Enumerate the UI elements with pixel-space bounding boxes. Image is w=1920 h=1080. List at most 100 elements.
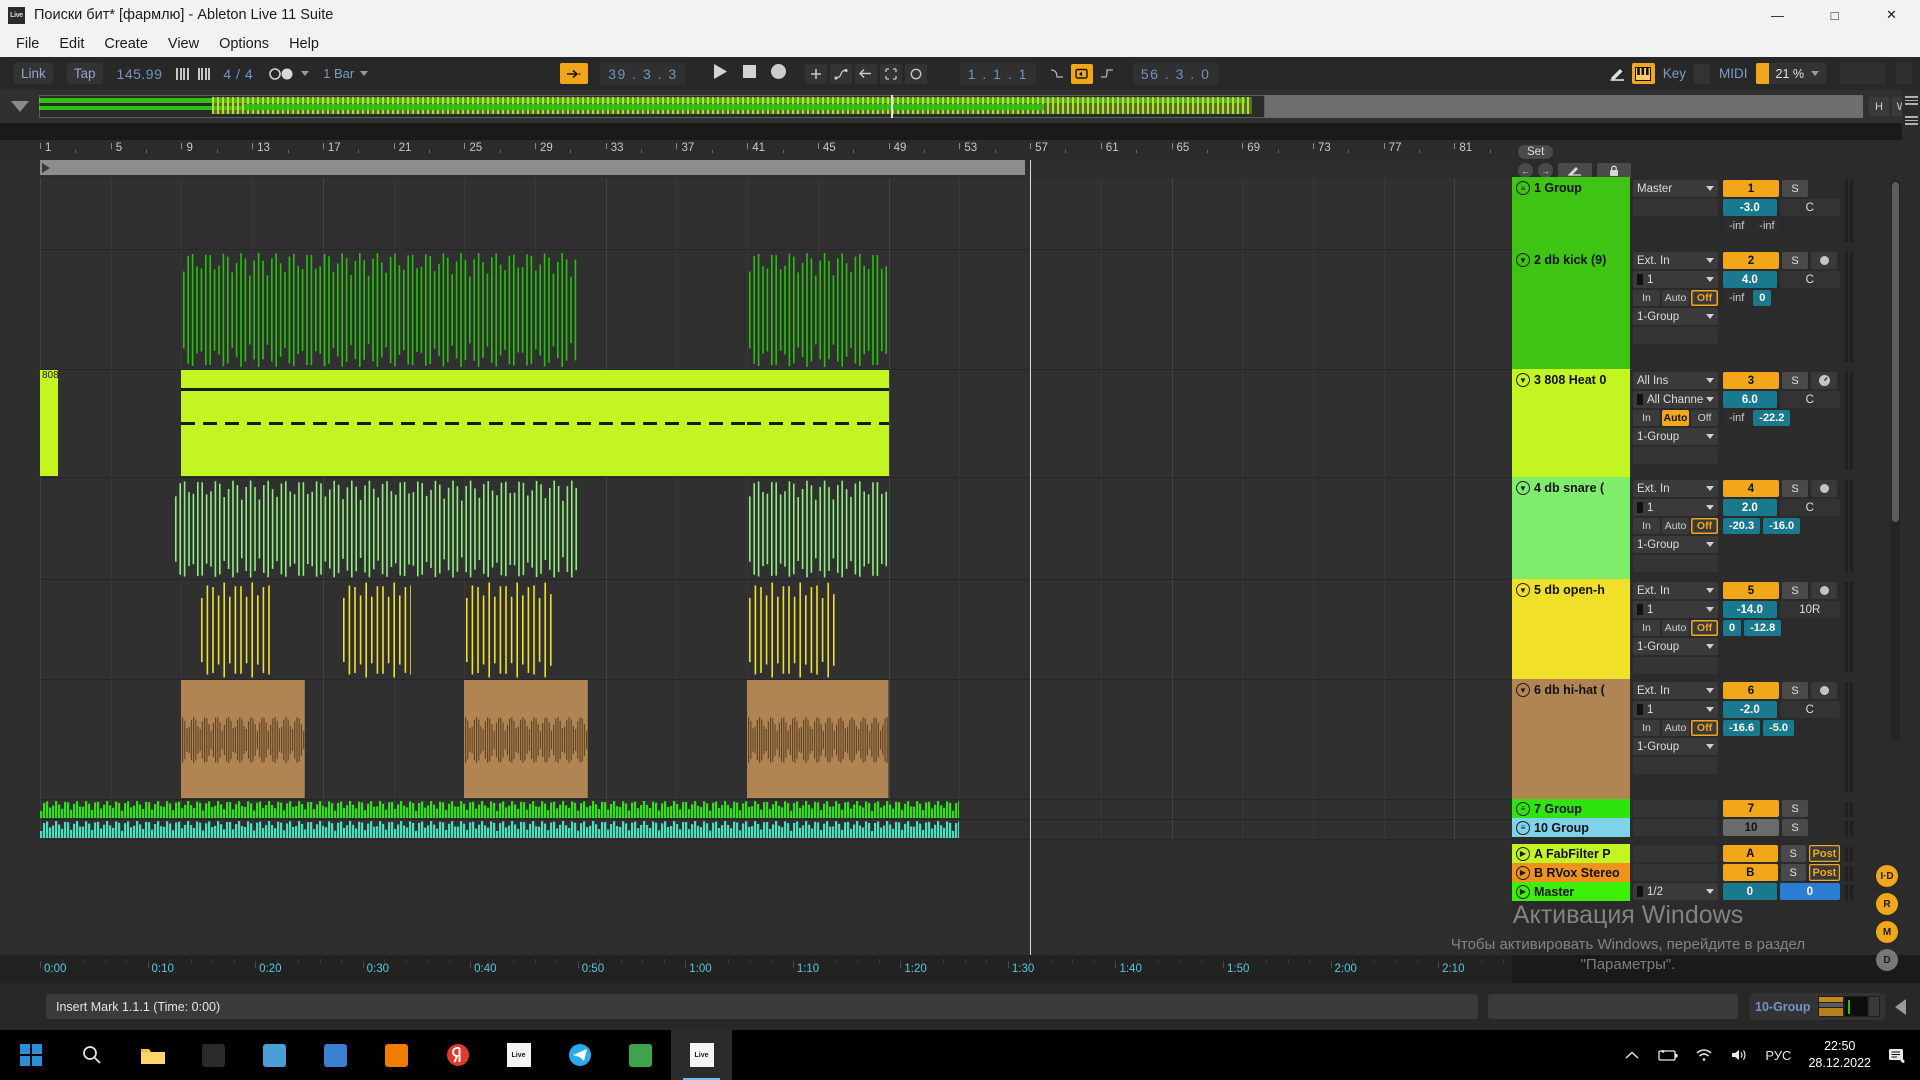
metronome-dropdown-icon[interactable] <box>301 71 310 76</box>
input-type-selector[interactable]: Ext. In <box>1633 682 1718 699</box>
volume-field[interactable]: 6.0 <box>1723 391 1777 408</box>
menu-file[interactable]: File <box>6 33 49 55</box>
time-signature-field[interactable]: 4 / 4 <box>223 66 253 82</box>
monitor-in-button[interactable]: In <box>1633 290 1660 306</box>
track-lane[interactable] <box>40 820 1512 840</box>
track-name-panel[interactable]: ▶ Master <box>1512 882 1630 901</box>
browser-toggle-icon[interactable] <box>11 101 29 112</box>
track-name-panel[interactable]: ▼ 3 808 Heat 0 <box>1512 369 1630 477</box>
nav-back-icon[interactable]: ← <box>1518 163 1533 178</box>
cpu-dropdown-icon[interactable] <box>1811 71 1819 76</box>
monitor-in-button[interactable]: In <box>1633 518 1660 534</box>
session-side-buttons[interactable]: I·D R M D <box>1876 865 1898 971</box>
minimize-button[interactable]: — <box>1749 0 1806 30</box>
track-activator-button[interactable]: 3 <box>1723 372 1779 389</box>
monitor-off-button[interactable]: Off <box>1691 720 1718 736</box>
arrangement-position-field[interactable]: 39 . 3 . 3 <box>600 62 686 85</box>
taskbar-telegram[interactable] <box>549 1030 610 1080</box>
mixer-track-row[interactable]: ▼ 4 db snare (Ext. In 1 In Auto Off 1-Group 4 S 2… <box>1512 477 1902 579</box>
clip[interactable] <box>181 250 579 368</box>
clip[interactable] <box>464 580 552 678</box>
menu-options[interactable]: Options <box>209 33 279 55</box>
track-fold-icon[interactable]: ▼ <box>1516 583 1530 597</box>
session-side-button[interactable]: M <box>1876 921 1898 943</box>
language-indicator[interactable]: РУС <box>1765 1048 1791 1063</box>
monitor-off-button[interactable]: Off <box>1691 290 1718 306</box>
tap-tempo-button[interactable]: Tap <box>66 63 103 84</box>
bar-ruler[interactable]: 1 5 9 13 17 21 25 29 33 37 41 45 49 53 57 61 65 69 73 77 81 <box>0 140 1512 160</box>
track-lane[interactable] <box>40 680 1512 800</box>
monitor-auto-button[interactable]: Auto <box>1662 720 1689 736</box>
play-fold-icon[interactable]: ▶ <box>1516 846 1530 861</box>
clip[interactable] <box>341 580 412 678</box>
solo-button[interactable]: S <box>1780 864 1806 881</box>
taskbar-teamspeak[interactable] <box>610 1030 671 1080</box>
taskbar-ableton-live-1[interactable]: Live <box>488 1030 549 1080</box>
play-fold-icon[interactable]: ▶ <box>1516 884 1530 899</box>
clock[interactable]: 22:50 28.12.2022 <box>1808 1038 1871 1072</box>
master-volume-field[interactable]: 0 <box>1723 883 1777 900</box>
output-channel-placeholder[interactable] <box>1633 447 1718 464</box>
overview-h-button[interactable]: H <box>1869 97 1889 116</box>
close-button[interactable]: ✕ <box>1863 0 1920 30</box>
track-name-panel[interactable]: ▶ B RVox Stereo <box>1512 863 1630 882</box>
track-activator-button[interactable]: 2 <box>1723 252 1779 269</box>
menu-view[interactable]: View <box>158 33 209 55</box>
solo-button[interactable]: S <box>1780 845 1806 862</box>
quantization-dropdown-icon[interactable] <box>360 71 369 76</box>
monitor-selector[interactable]: In Auto Off <box>1633 518 1718 534</box>
mixer-track-row[interactable]: ▼ 5 db open-h Ext. In 1 In Auto Off 1-Group 5 S -1… <box>1512 579 1902 679</box>
play-fold-icon[interactable]: ▶ <box>1516 865 1530 880</box>
track-activator-button[interactable]: A <box>1723 845 1778 862</box>
monitor-selector[interactable]: In Auto Off <box>1633 290 1718 306</box>
master-track-row[interactable]: ▶ Master 1/2 0 0 <box>1512 882 1902 901</box>
group-fold-icon[interactable]: ≡ <box>1516 181 1530 195</box>
back-to-arrangement-button[interactable] <box>854 63 877 84</box>
io-placeholder[interactable] <box>1633 819 1718 836</box>
pan-field[interactable]: C <box>1779 199 1840 216</box>
monitor-auto-button[interactable]: Auto <box>1662 620 1689 636</box>
solo-button[interactable]: S <box>1782 819 1808 836</box>
mixer-track-row[interactable]: ▼ 3 808 Heat 0 All Ins All Channe In Auto Off 1… <box>1512 369 1902 477</box>
track-activator-button[interactable]: B <box>1723 864 1778 881</box>
mixer-scrollbar[interactable] <box>1891 180 1900 740</box>
volume-field[interactable]: -2.0 <box>1723 701 1777 718</box>
key-map-button[interactable]: Key <box>1663 66 1686 81</box>
punch-in-button[interactable] <box>1046 64 1068 84</box>
track-fold-icon[interactable]: ▼ <box>1516 481 1530 495</box>
mixer-track-row[interactable]: ▼ 6 db hi-hat (Ext. In 1 In Auto Off 1-Group 6 S… <box>1512 679 1902 799</box>
io-placeholder[interactable] <box>1633 864 1718 881</box>
clip[interactable] <box>747 370 889 476</box>
mixer-track-row[interactable]: ≡ 7 Group 7 S <box>1512 799 1902 818</box>
device-shortcut[interactable]: 10-Group <box>1750 993 1885 1020</box>
volume-field[interactable]: -3.0 <box>1723 199 1777 216</box>
track-activator-button[interactable]: 4 <box>1723 480 1779 497</box>
output-routing-selector[interactable]: 1-Group <box>1633 738 1718 755</box>
solo-button[interactable]: S <box>1782 582 1808 599</box>
metronome-button[interactable] <box>269 67 310 81</box>
clip[interactable] <box>464 680 589 798</box>
monitor-off-button[interactable]: Off <box>1691 410 1718 426</box>
solo-button[interactable]: S <box>1782 252 1808 269</box>
input-channel-selector[interactable]: 1 <box>1633 601 1718 618</box>
notifications-icon[interactable] <box>1888 1047 1908 1064</box>
clip[interactable] <box>173 478 580 578</box>
monitor-in-button[interactable]: In <box>1633 720 1660 736</box>
monitor-off-button[interactable]: Off <box>1691 518 1718 534</box>
mixer-track-row[interactable]: ≡ 10 Group 10 S <box>1512 818 1902 837</box>
output-channel-placeholder[interactable] <box>1633 757 1718 774</box>
clip[interactable] <box>40 820 960 838</box>
computer-midi-keyboard-button[interactable] <box>1631 63 1655 84</box>
menu-create[interactable]: Create <box>94 33 158 55</box>
loop-toggle-button[interactable] <box>1070 63 1093 84</box>
input-channel-selector[interactable]: All Channe <box>1633 391 1718 408</box>
track-name-panel[interactable]: ▶ A FabFilter P <box>1512 844 1630 863</box>
solo-button[interactable]: S <box>1782 800 1808 817</box>
automation-button[interactable] <box>829 63 852 84</box>
return-track-row[interactable]: ▶ B RVox Stereo B S Post <box>1512 863 1902 882</box>
track-lane[interactable] <box>40 250 1512 370</box>
clip[interactable] <box>747 580 835 678</box>
group-fold-icon[interactable]: ≡ <box>1516 801 1530 816</box>
draw-mode-button[interactable] <box>1607 64 1629 84</box>
pan-field[interactable]: C <box>1779 701 1840 718</box>
